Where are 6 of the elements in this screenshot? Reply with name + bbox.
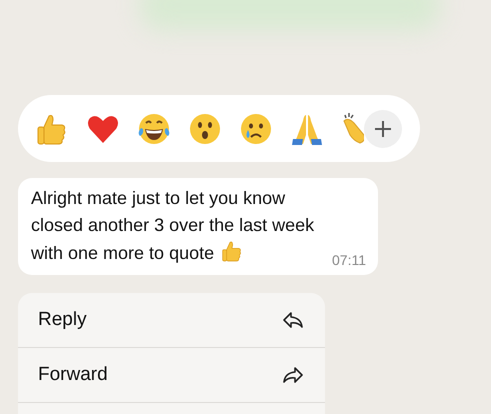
plus-icon — [373, 118, 393, 138]
message-text: Alright mate just to let you know closed another 3 over the last week with one more to quote — [31, 187, 316, 265]
menu-item[interactable]: Reply — [18, 293, 325, 348]
message-time: 07:11 — [332, 252, 366, 268]
menu-item[interactable]: Forward — [18, 348, 325, 403]
add-reaction-button[interactable] — [364, 110, 402, 148]
